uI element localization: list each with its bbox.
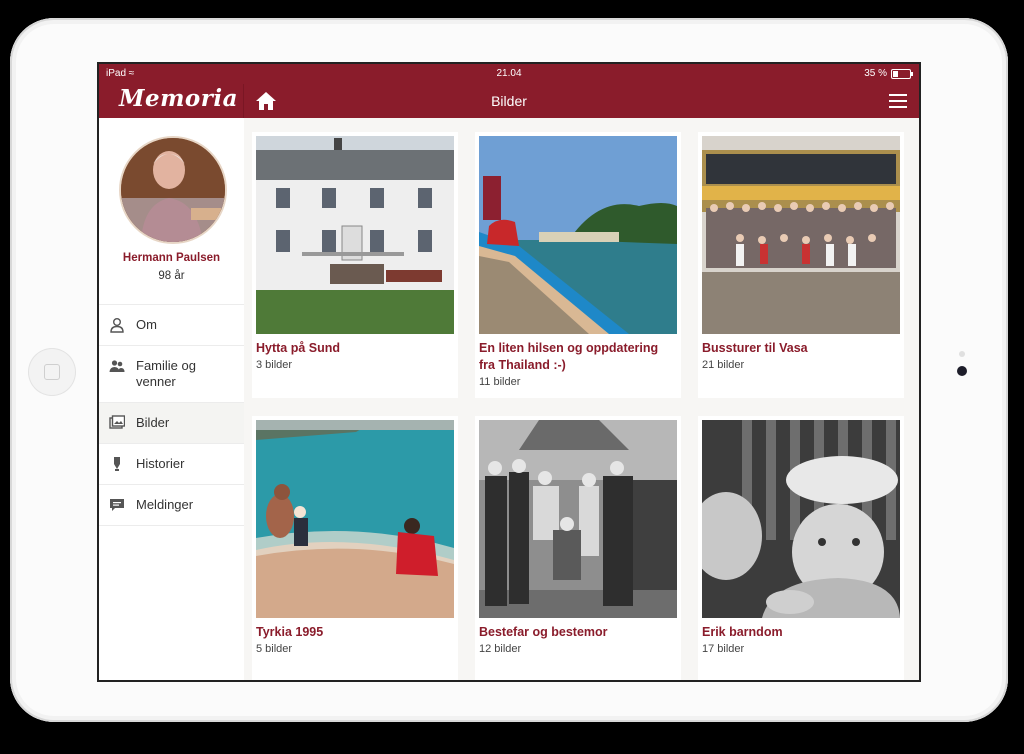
albums-grid: Hytta på Sund 3 bilder En liten hilsen o… (244, 118, 919, 680)
album-title: Bussturer til Vasa (702, 341, 808, 355)
album-count: 12 bilder (479, 643, 522, 655)
album-count: 3 bilder (256, 359, 293, 371)
nav-item-meldinger[interactable]: Meldinger (99, 484, 244, 526)
album-photo-baby (702, 420, 900, 618)
album-count: 5 bilder (256, 643, 293, 655)
album-title: Tyrkia 1995 (256, 625, 324, 639)
nav-item-bilder[interactable]: Bilder (99, 402, 244, 443)
profile-age: 98 år (158, 270, 185, 282)
album-card[interactable]: Tyrkia 1995 5 bilder (252, 416, 458, 680)
sidebar: Hermann Paulsen 98 år Om Familie og venn… (99, 118, 245, 680)
album-title: Hytta på Sund (256, 341, 341, 355)
nav-label: Familie og venner (136, 358, 196, 389)
nav-label: Historier (136, 456, 185, 471)
album-card[interactable]: Bussturer til Vasa 21 bilder (698, 132, 904, 398)
nav-label: Bilder (136, 415, 170, 430)
nav-item-familie[interactable]: Familie og venner (99, 345, 244, 402)
status-time: 21.04 (496, 68, 522, 79)
album-card[interactable]: Bestefar og bestemor 12 bilder (475, 416, 681, 680)
nav-label: Om (136, 317, 157, 332)
nav-item-historier[interactable]: Historier (99, 443, 244, 484)
app-screen: iPad ≈ 21.04 35 % Memoria Bilder Hermann… (97, 62, 921, 682)
top-bar: Memoria Bilder (99, 84, 919, 118)
nav-item-om[interactable]: Om (99, 304, 244, 345)
battery-icon (891, 68, 913, 79)
album-photo-beach (256, 420, 454, 618)
album-photo-boat (479, 136, 677, 334)
album-card[interactable]: Hytta på Sund 3 bilder (252, 132, 458, 398)
chat-icon (110, 499, 124, 511)
ipad-sensor (959, 351, 965, 357)
person-icon (110, 318, 124, 333)
status-battery: 35 % (864, 68, 913, 79)
people-icon (109, 360, 125, 372)
album-card[interactable]: Erik barndom 17 bilder (698, 416, 904, 680)
hamburger-menu-icon[interactable] (889, 94, 907, 108)
album-photo-bus (702, 136, 900, 334)
album-photo-grandparents (479, 420, 677, 618)
profile-name: Hermann Paulsen (122, 252, 221, 264)
album-count: 11 bilder (479, 376, 521, 388)
side-nav: Om Familie og venner Bilder Historier Me… (99, 304, 244, 526)
ipad-home-button[interactable] (28, 348, 76, 396)
ipad-camera (957, 366, 967, 376)
album-count: 21 bilder (702, 359, 745, 371)
album-title: Bestefar og bestemor (479, 625, 608, 639)
pen-icon (114, 457, 120, 471)
album-title: En liten hilsen og oppdatering fra Thail… (479, 341, 659, 372)
photos-icon (109, 415, 125, 429)
profile-avatar (119, 136, 227, 244)
status-bar: iPad ≈ 21.04 35 % (99, 64, 919, 84)
album-card[interactable]: En liten hilsen og oppdatering fra Thail… (475, 132, 681, 398)
nav-label: Meldinger (136, 497, 194, 512)
album-photo-house (256, 136, 454, 334)
album-title: Erik barndom (702, 625, 783, 639)
album-count: 17 bilder (702, 643, 745, 655)
page-title: Bilder (491, 93, 527, 109)
